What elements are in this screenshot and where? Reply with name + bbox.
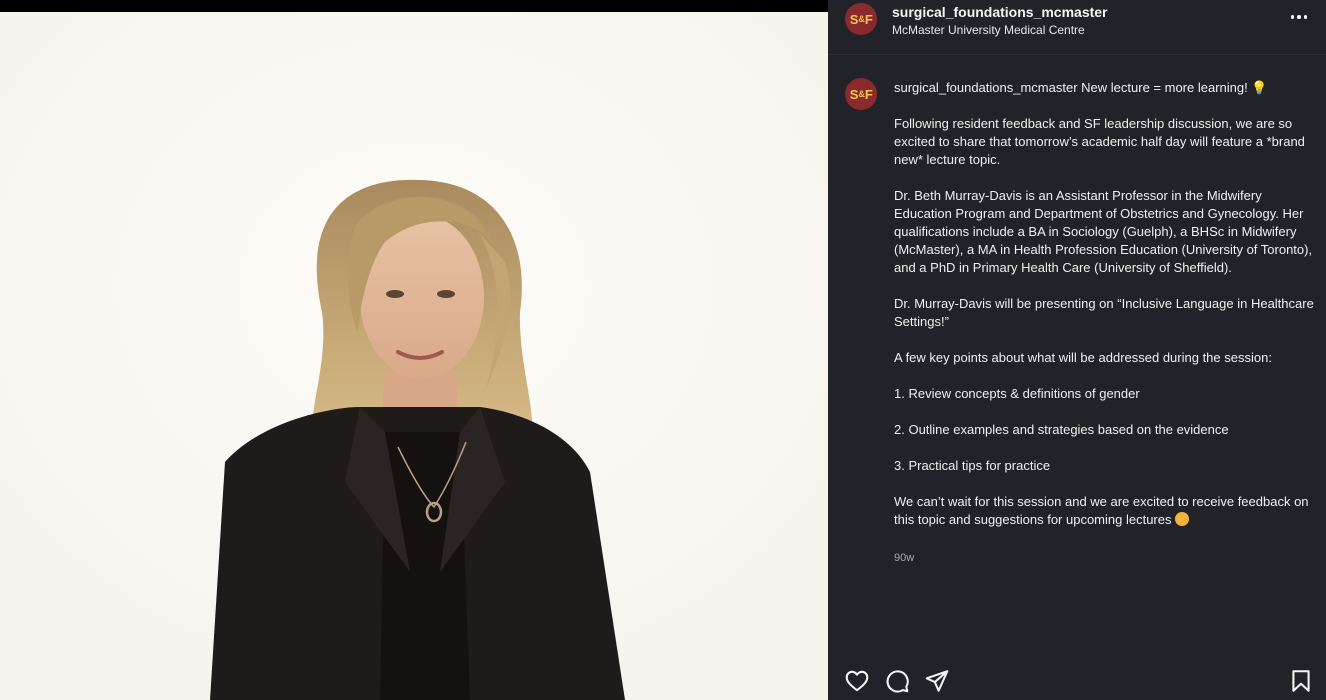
profile-avatar[interactable]: S & F: [845, 3, 877, 35]
post-header: S & F surgical_foundations_mcmaster McMast…: [828, 0, 1326, 46]
avatar-ampersand: &: [858, 14, 865, 24]
header-username[interactable]: surgical_foundations_mcmaster: [892, 4, 1108, 20]
heart-icon[interactable]: [844, 668, 870, 694]
send-icon[interactable]: [924, 668, 950, 694]
caption-paragraph-5: We can’t wait for this session and we ar…: [894, 493, 1318, 529]
caption-headline: New lecture = more learning!: [1081, 80, 1248, 95]
post-image[interactable]: [0, 0, 828, 700]
comment-icon[interactable]: [884, 668, 910, 694]
caption-closing-text: We can’t wait for this session and we ar…: [894, 494, 1309, 527]
caption-point-1: 1. Review concepts & definitions of gend…: [894, 386, 1140, 401]
caption-username[interactable]: surgical_foundations_mcmaster: [894, 80, 1078, 95]
more-options-icon[interactable]: [1286, 6, 1312, 28]
avatar-letter-s: S: [849, 11, 859, 27]
caption-avatar[interactable]: S & F: [845, 78, 877, 110]
bookmark-icon[interactable]: [1288, 668, 1314, 694]
caption-avatar-letter-s: S: [849, 86, 859, 102]
post-location[interactable]: McMaster University Medical Centre: [892, 23, 1085, 37]
post-action-bar: [828, 660, 1326, 700]
caption-point-3: 3. Practical tips for practice: [894, 458, 1051, 473]
post-caption: surgical_foundations_mcmaster New lectur…: [894, 79, 1318, 529]
avatar-letter-f: F: [864, 11, 873, 27]
caption-avatar-letter-f: F: [864, 86, 873, 102]
caption-paragraph-3: Dr. Murray-Davis will be presenting on “…: [894, 296, 1314, 329]
header-divider: [828, 54, 1326, 55]
post-timestamp[interactable]: 90w: [894, 552, 914, 564]
caption-avatar-ampersand: &: [858, 89, 865, 99]
caption-paragraph-2: Dr. Beth Murray-Davis is an Assistant Pr…: [894, 188, 1313, 275]
image-top-bar: [0, 0, 828, 12]
caption-headline-line: surgical_foundations_mcmaster New lectur…: [894, 79, 1318, 97]
smiling-face-icon: [1175, 512, 1190, 526]
caption-paragraph-4: A few key points about what will be addr…: [894, 350, 1272, 365]
post-details-panel: S & F surgical_foundations_mcmaster McMast…: [828, 0, 1326, 700]
caption-point-2: 2. Outline examples and strategies based…: [894, 422, 1229, 437]
lightbulb-icon: 💡: [1251, 80, 1268, 95]
portrait-photo: [0, 12, 828, 700]
caption-paragraph-1: Following resident feedback and SF leade…: [894, 116, 1305, 167]
